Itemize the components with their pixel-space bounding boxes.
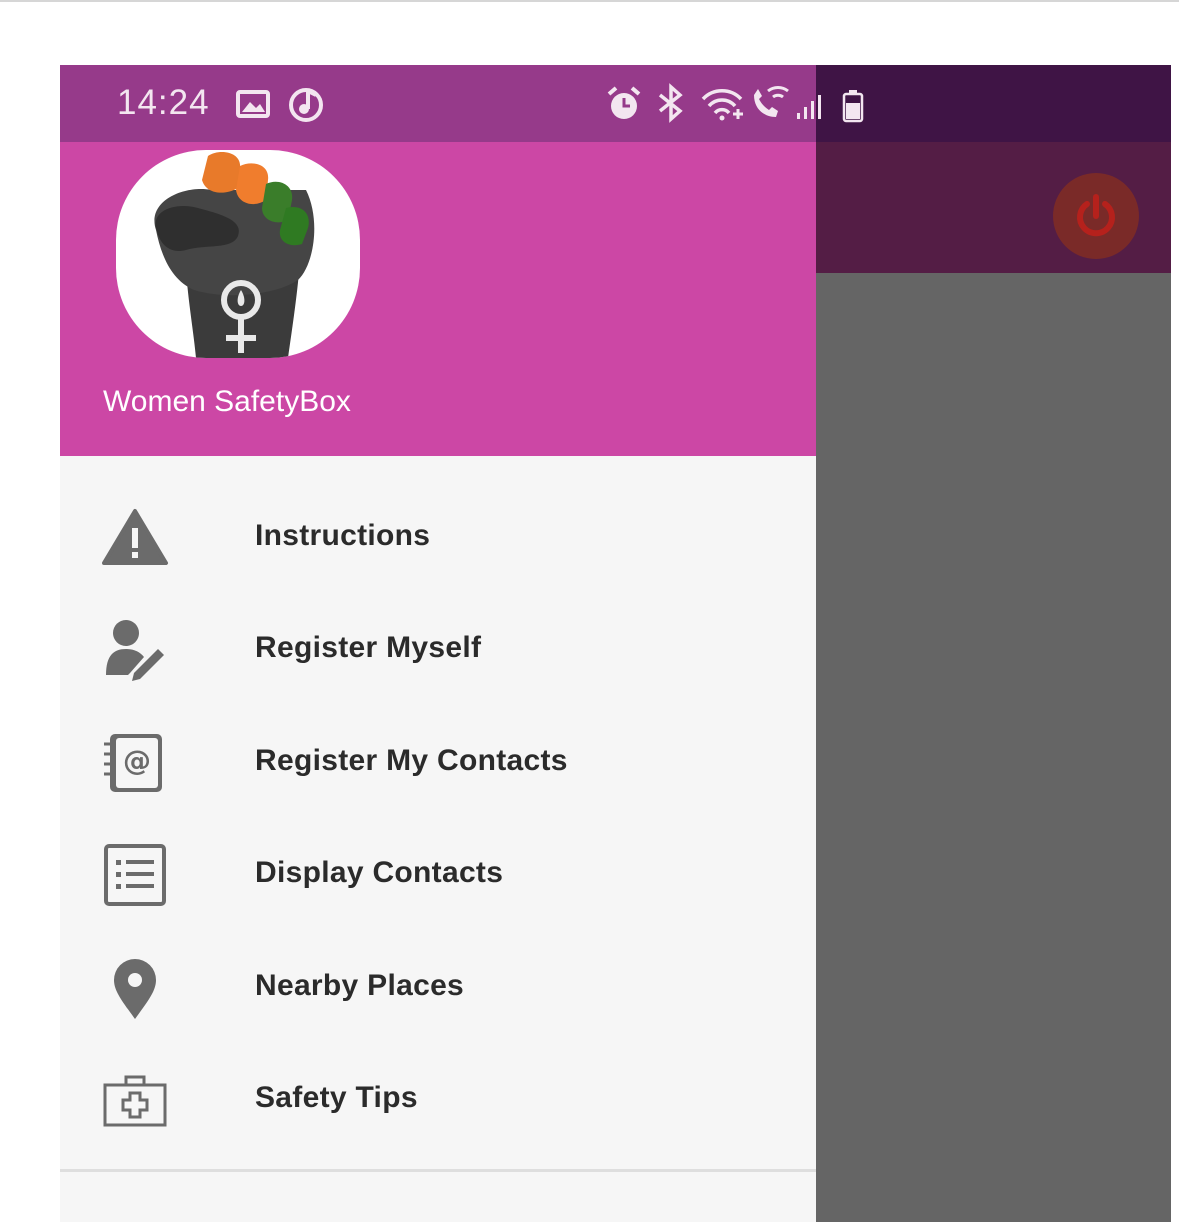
drawer-header: Women SafetyBox (60, 142, 816, 456)
menu-item-label: Display Contacts (255, 856, 504, 889)
wifi-call-icon (750, 85, 794, 126)
menu-item-nearby-places[interactable]: Nearby Places (60, 931, 816, 1043)
battery-icon (842, 89, 864, 128)
status-time: 14:24 (117, 83, 210, 122)
menu-item-display-contacts[interactable]: Display Contacts (60, 818, 816, 930)
bluetooth-icon (654, 83, 688, 128)
list-icon (100, 840, 170, 910)
wifi-icon (700, 87, 746, 126)
user-edit-icon (100, 615, 170, 685)
menu-item-register-my-contacts[interactable]: @ Register My Contacts (60, 706, 816, 818)
power-icon[interactable] (1053, 173, 1139, 259)
music-icon (286, 85, 326, 128)
svg-text:@: @ (123, 744, 151, 777)
location-pin-icon (100, 953, 170, 1023)
menu-item-label: Instructions (255, 519, 431, 552)
first-aid-kit-icon (100, 1065, 170, 1135)
menu-item-label: Safety Tips (255, 1081, 418, 1114)
status-bar: 14:24 (60, 65, 864, 142)
signal-icon (795, 93, 825, 126)
app-name: Women SafetyBox (103, 385, 351, 418)
menu-item-register-myself[interactable]: Register Myself (60, 593, 816, 705)
alarm-icon (605, 85, 643, 128)
menu-divider (60, 1169, 816, 1172)
navigation-drawer: 14:24 Women SafetyBox Instructions Regis… (60, 65, 864, 1222)
address-book-icon: @ (100, 728, 170, 798)
top-border (0, 0, 1179, 2)
menu-item-label: Register My Contacts (255, 744, 568, 777)
menu-item-label: Nearby Places (255, 969, 465, 1002)
menu-item-instructions[interactable]: Instructions (60, 481, 816, 593)
phone-screen: 14:24 Women SafetyBox Instructions Regis… (60, 65, 1171, 1222)
menu-item-safety-tips[interactable]: Safety Tips (60, 1043, 816, 1155)
gallery-icon (236, 90, 270, 123)
app-logo (116, 150, 360, 358)
menu-item-label: Register Myself (255, 631, 482, 664)
warning-icon (100, 503, 170, 573)
